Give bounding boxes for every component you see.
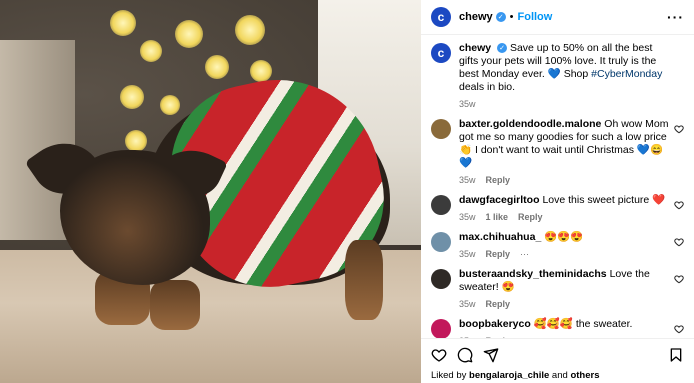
comment-item: dawgfacegirltoo Love this sweet picture … (431, 194, 684, 222)
comment-time: 35w (459, 175, 476, 185)
reply-button[interactable]: Reply (486, 175, 511, 185)
post-footer: Liked by bengalaroja_chile and others (421, 338, 694, 383)
comment-item: boopbakeryco 🥰🥰🥰 the sweater.35wReply (431, 318, 684, 338)
photo-bokeh-light (160, 95, 180, 115)
reply-button[interactable]: Reply (486, 249, 511, 259)
verified-badge-icon: ✓ (497, 43, 508, 54)
comment-text: 😍😍😍 (544, 231, 584, 243)
heart-icon[interactable] (674, 124, 684, 134)
comment-more-icon[interactable]: ··· (520, 249, 529, 259)
post-photo[interactable] (0, 0, 421, 383)
caption-time: 35w (459, 99, 476, 109)
photo-bokeh-light (175, 20, 203, 48)
likes-summary: Liked by bengalaroja_chile and others (431, 370, 684, 381)
photo-bokeh-light (205, 55, 229, 79)
post-header: c chewy ✓ • Follow ··· (421, 0, 694, 35)
verified-badge-icon: ✓ (495, 12, 506, 22)
comment-item: busteraandsky_theminidachs Love the swea… (431, 268, 684, 309)
liked-user-link[interactable]: bengalaroja_chile (469, 370, 549, 381)
comment-text: 🥰🥰🥰 the sweater. (533, 318, 633, 330)
comment-likes[interactable]: 1 like (486, 212, 509, 222)
avatar-letter: c (437, 46, 445, 60)
more-options-icon[interactable]: ··· (667, 9, 684, 25)
bookmark-icon[interactable] (668, 347, 684, 363)
dog-front-leg (150, 280, 200, 330)
comment-time: 35w (459, 212, 476, 222)
author-avatar[interactable]: c (431, 43, 451, 63)
heart-icon[interactable] (674, 324, 684, 334)
photo-bokeh-light (110, 10, 136, 36)
comment-time: 35w (459, 299, 476, 309)
share-icon[interactable] (483, 347, 499, 363)
photo-bokeh-light (120, 85, 144, 109)
photo-bokeh-light (250, 60, 272, 82)
commenter-username[interactable]: busteraandsky_theminidachs (459, 268, 607, 280)
hashtag-link[interactable]: #CyberMonday (591, 68, 662, 80)
commenter-username[interactable]: max.chihuahua_ (459, 231, 541, 243)
commenter-avatar[interactable] (431, 119, 451, 139)
follow-button[interactable]: Follow (518, 11, 553, 23)
heart-icon[interactable] (674, 200, 684, 210)
commenter-avatar[interactable] (431, 269, 451, 289)
action-bar (431, 347, 684, 363)
comment-item: baxter.goldendoodle.malone Oh wow Mom go… (431, 118, 684, 185)
commenter-avatar[interactable] (431, 319, 451, 338)
comments-list[interactable]: c chewy ✓ Save up to 50% on all the best… (421, 36, 694, 338)
heart-icon[interactable] (674, 237, 684, 247)
heart-icon[interactable] (431, 347, 447, 363)
commenter-avatar[interactable] (431, 232, 451, 252)
liked-and: and (549, 370, 571, 381)
reply-button[interactable]: Reply (518, 212, 543, 222)
comment-text: Love this sweet picture ❤️ (542, 194, 666, 206)
caption: c chewy ✓ Save up to 50% on all the best… (431, 42, 684, 109)
post-side-panel: c chewy ✓ • Follow ··· c chewy ✓ Save up… (421, 0, 694, 383)
caption-username[interactable]: chewy (459, 42, 491, 54)
photo-bokeh-light (125, 130, 147, 152)
commenter-username[interactable]: dawgfacegirltoo (459, 194, 540, 206)
liked-others-link[interactable]: others (570, 370, 599, 381)
photo-bokeh-light (235, 15, 265, 45)
commenter-avatar[interactable] (431, 195, 451, 215)
commenter-username[interactable]: baxter.goldendoodle.malone (459, 118, 601, 130)
heart-icon[interactable] (674, 274, 684, 284)
reply-button[interactable]: Reply (486, 299, 511, 309)
comment-item: max.chihuahua_ 😍😍😍 35w Reply ··· (431, 231, 684, 259)
author-avatar[interactable]: c (431, 7, 451, 27)
dog-back-leg (345, 240, 383, 320)
comment-icon[interactable] (457, 347, 473, 363)
avatar-letter: c (437, 10, 445, 24)
commenter-username[interactable]: boopbakeryco (459, 318, 531, 330)
caption-text-end: deals in bio. (459, 81, 516, 93)
author-username[interactable]: chewy (459, 11, 493, 23)
photo-bokeh-light (140, 40, 162, 62)
liked-prefix: Liked by (431, 370, 470, 381)
header-separator: • (509, 11, 514, 23)
comment-time: 35w (459, 249, 476, 259)
